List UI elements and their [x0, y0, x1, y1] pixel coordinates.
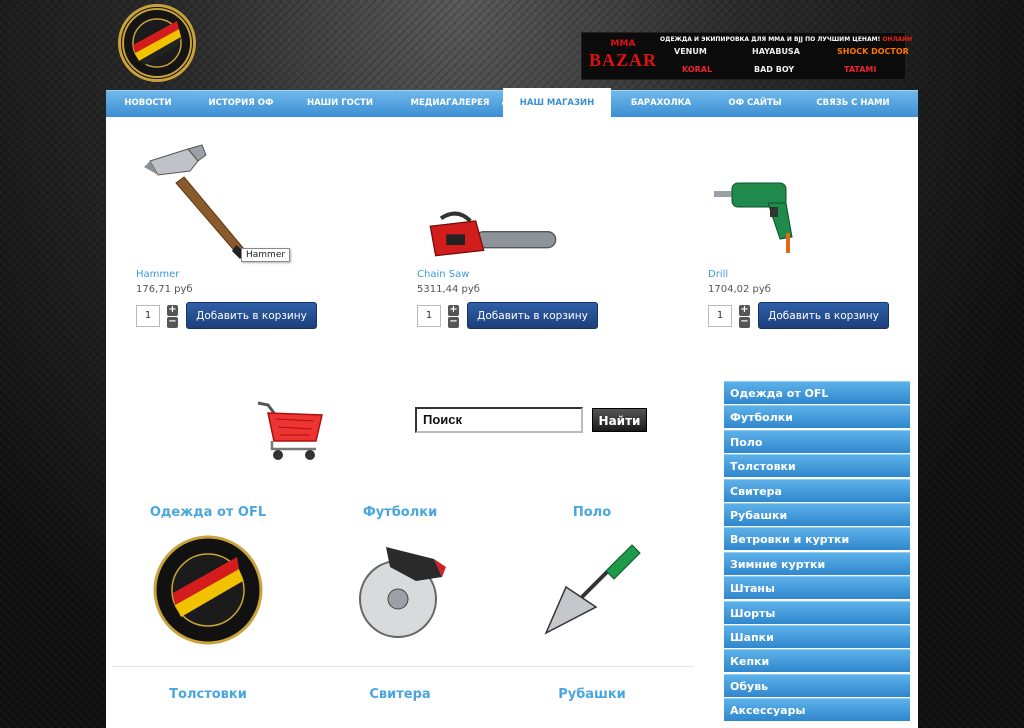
- brand-shock-doctor: SHOCK DOCTOR: [837, 47, 909, 56]
- nav-item-fleamarket[interactable]: БАРАХОЛКА: [621, 91, 701, 117]
- nav-item-contact[interactable]: СВЯЗЬ С НАМИ: [809, 91, 897, 117]
- sidebar-item-caps[interactable]: Кепки: [724, 649, 910, 673]
- category-title[interactable]: Рубашки: [502, 687, 682, 702]
- category-title[interactable]: Толстовки: [118, 687, 298, 702]
- category-title[interactable]: Поло: [502, 505, 682, 520]
- product-price: 176,71 руб: [136, 284, 193, 295]
- ofl-logo-icon[interactable]: [153, 535, 263, 645]
- circular-saw-icon[interactable]: [346, 537, 456, 647]
- hammer-tooltip: Hammer: [241, 248, 291, 262]
- brand-venum: VENUM: [674, 47, 707, 56]
- product-name[interactable]: Hammer: [136, 269, 179, 280]
- brand-tatami: TATAMI: [844, 65, 877, 74]
- increment-icon[interactable]: +: [167, 305, 178, 316]
- drill-icon[interactable]: [708, 167, 818, 257]
- decrement-icon[interactable]: −: [448, 317, 459, 328]
- add-to-cart-button[interactable]: Добавить в корзину: [467, 302, 598, 329]
- section-divider: [112, 666, 694, 667]
- sidebar-item-shirts[interactable]: Рубашки: [724, 502, 910, 526]
- add-to-cart-button[interactable]: Добавить в корзину: [758, 302, 889, 329]
- category-title[interactable]: Одежда от OFL: [118, 505, 298, 520]
- sidebar-item-winter-jackets[interactable]: Зимние куртки: [724, 551, 910, 575]
- nav-item-guests[interactable]: НАШИ ГОСТИ: [301, 91, 379, 117]
- increment-icon[interactable]: +: [739, 305, 750, 316]
- decrement-icon[interactable]: −: [739, 317, 750, 328]
- quantity-input[interactable]: 1: [417, 305, 441, 327]
- site-logo[interactable]: [118, 4, 196, 82]
- search-input[interactable]: Поиск: [415, 407, 583, 433]
- sidebar-item-pants[interactable]: Штаны: [724, 576, 910, 600]
- sidebar-item-sweaters[interactable]: Свитера: [724, 478, 910, 502]
- product-name[interactable]: Drill: [708, 269, 728, 280]
- decrement-icon[interactable]: −: [167, 317, 178, 328]
- quantity-input[interactable]: 1: [136, 305, 160, 327]
- nav-item-news[interactable]: НОВОСТИ: [114, 91, 182, 117]
- add-to-cart-button[interactable]: Добавить в корзину: [186, 302, 317, 329]
- sidebar-item-polo[interactable]: Поло: [724, 429, 910, 453]
- brand-badboy: BAD BOY: [754, 65, 795, 74]
- hammer-icon[interactable]: [136, 141, 296, 261]
- product-name[interactable]: Chain Saw: [417, 269, 469, 280]
- nav-item-sites[interactable]: ОФ САЙТЫ: [718, 91, 792, 117]
- brand-koral: KORAL: [682, 65, 713, 74]
- category-sidebar: Одежда от OFL Футболки Поло Толстовки Св…: [724, 381, 910, 722]
- sidebar-item-tshirts[interactable]: Футболки: [724, 405, 910, 429]
- mma-bazar-logo: MMA BAZAR: [588, 39, 657, 70]
- trowel-icon[interactable]: [536, 537, 646, 647]
- sidebar-item-shoes[interactable]: Обувь: [724, 673, 910, 697]
- shop-content: Hammer 176,71 руб 1 + − Добавить в корзи…: [106, 117, 918, 728]
- nav-item-shop[interactable]: НАШ МАГАЗИН: [503, 88, 611, 118]
- ad-banner-mma-bazar[interactable]: MMA BAZAR ОДЕЖДА И ЭКИПИРОВКА ДЛЯ MMA И …: [581, 32, 912, 80]
- main-nav: НОВОСТИ ИСТОРИЯ ОФ НАШИ ГОСТИ МЕДИАГАЛЕР…: [106, 88, 918, 118]
- increment-icon[interactable]: +: [448, 305, 459, 316]
- sidebar-item-hoodies[interactable]: Толстовки: [724, 454, 910, 478]
- shopping-cart-icon[interactable]: [254, 399, 326, 463]
- category-title[interactable]: Футболки: [310, 505, 490, 520]
- sidebar-item-accessories[interactable]: Аксессуары: [724, 698, 910, 722]
- banner-tagline: ОДЕЖДА И ЭКИПИРОВКА ДЛЯ MMA И BJJ ПО ЛУЧ…: [660, 36, 913, 43]
- sidebar-item-shorts[interactable]: Шорты: [724, 600, 910, 624]
- quantity-input[interactable]: 1: [708, 305, 732, 327]
- nav-item-history[interactable]: ИСТОРИЯ ОФ: [196, 91, 286, 117]
- nav-item-media[interactable]: МЕДИАГАЛЕРЕЯ: [406, 91, 494, 117]
- search-button[interactable]: Найти: [592, 408, 647, 432]
- sidebar-item-hats[interactable]: Шапки: [724, 624, 910, 648]
- product-price: 5311,44 руб: [417, 284, 480, 295]
- sidebar-item-jackets[interactable]: Ветровки и куртки: [724, 527, 910, 551]
- product-price: 1704,02 руб: [708, 284, 771, 295]
- brand-hayabusa: HAYABUSA: [752, 47, 800, 56]
- category-title[interactable]: Свитера: [310, 687, 490, 702]
- logo-emblem-icon: [122, 8, 192, 78]
- sidebar-item-ofl[interactable]: Одежда от OFL: [724, 381, 910, 404]
